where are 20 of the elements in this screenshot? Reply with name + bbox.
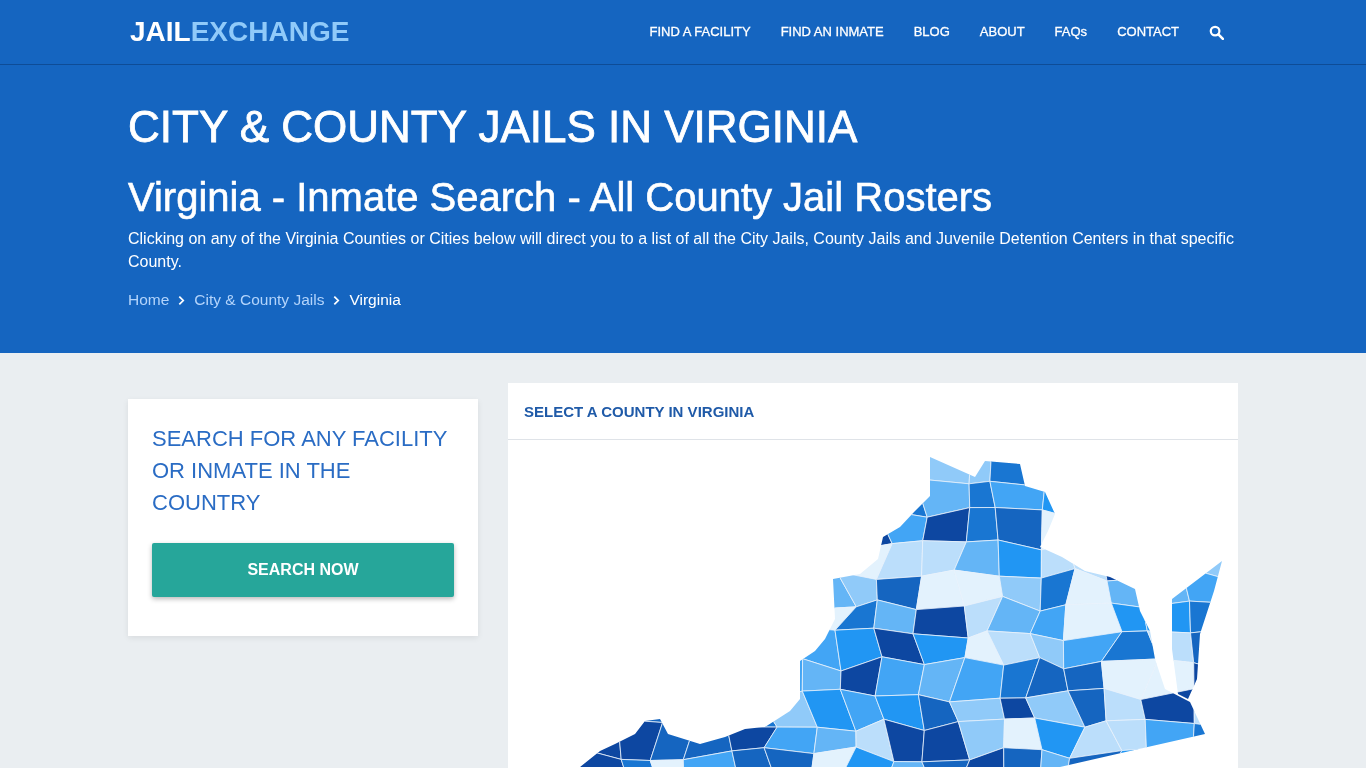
nav-link[interactable]: ABOUT (979, 22, 1025, 42)
nav-link[interactable]: CONTACT (1117, 22, 1179, 42)
nav-link[interactable]: FIND AN INMATE (780, 22, 884, 42)
search-button[interactable] (1209, 24, 1224, 40)
search-now-button[interactable]: SEARCH NOW (152, 543, 454, 597)
page-subtitle: Virginia - Inmate Search - All County Jail Rosters (128, 175, 994, 219)
nav-link[interactable]: FAQs (1054, 22, 1088, 42)
search-card-title: SEARCH FOR ANY FACILITY OR INMATE IN THE COUNTRY (152, 425, 449, 517)
breadcrumb-link[interactable]: City & County Jails (194, 289, 325, 311)
site-logo[interactable]: JAILEXCHANGE (130, 16, 350, 48)
chevron-right-icon (333, 294, 341, 306)
page-title: CITY & COUNTY JAILS IN VIRGINIA (128, 101, 859, 153)
breadcrumb-current: Virginia (349, 290, 401, 310)
search-icon (1209, 24, 1224, 40)
chevron-right-icon (178, 294, 186, 306)
intro-text: Clicking on any of the Virginia Counties or Cities below will direct you to a list of all the City Jails, County Jails and Juvenile Detention Centers in that specific County. (128, 229, 1235, 272)
nav-link[interactable]: BLOG (913, 22, 950, 42)
nav-link[interactable]: FIND A FACILITY (649, 22, 751, 42)
breadcrumb-link[interactable]: Home (128, 289, 170, 311)
map-card-title: SELECT A COUNTY IN VIRGINIA (524, 402, 755, 420)
